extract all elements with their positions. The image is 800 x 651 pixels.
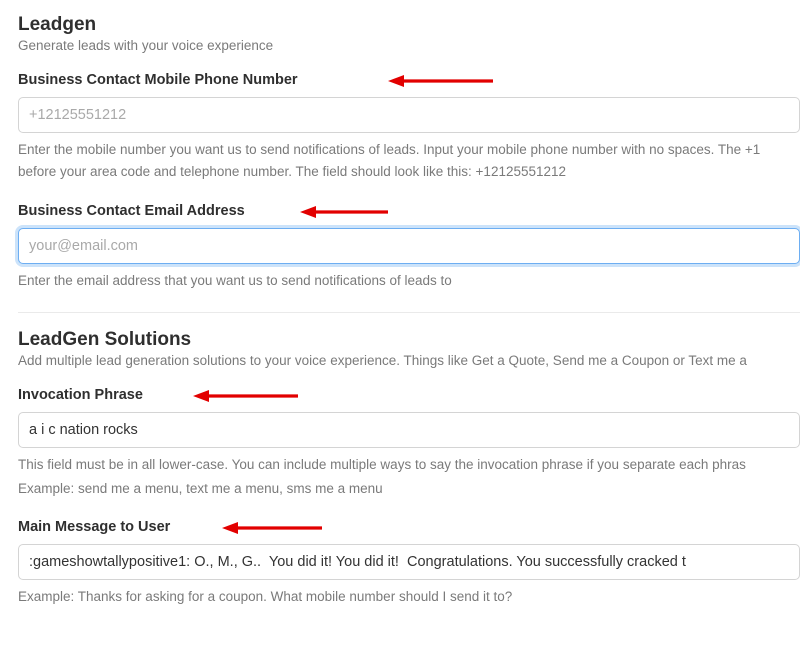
arrow-icon [222,520,322,536]
invocation-help-1: This field must be in all lower-case. Yo… [18,454,800,476]
invocation-help-2: Example: send me a menu, text me a menu,… [18,478,800,500]
email-field-block: Business Contact Email Address Enter the… [18,202,800,292]
divider [18,312,800,313]
leadgen-title: Leadgen [18,14,800,36]
solutions-desc: Add multiple lead generation solutions t… [18,353,800,368]
arrow-icon [300,204,388,220]
invocation-input[interactable] [18,412,800,448]
email-help: Enter the email address that you want us… [18,270,800,292]
mainmsg-help: Example: Thanks for asking for a coupon.… [18,586,800,608]
mainmsg-input[interactable] [18,544,800,580]
solutions-title: LeadGen Solutions [18,329,800,351]
invocation-label: Invocation Phrase [18,387,143,403]
email-label: Business Contact Email Address [18,203,245,219]
phone-field-block: Business Contact Mobile Phone Number Ent… [18,71,800,184]
phone-help: Enter the mobile number you want us to s… [18,139,800,184]
mainmsg-field-block: Main Message to User Example: Thanks for… [18,518,800,608]
email-input[interactable] [18,228,800,264]
leadgen-desc: Generate leads with your voice experienc… [18,38,800,53]
phone-input[interactable] [18,97,800,133]
arrow-icon [193,388,298,404]
arrow-icon [388,73,493,89]
mainmsg-label: Main Message to User [18,519,170,535]
phone-label: Business Contact Mobile Phone Number [18,72,298,88]
invocation-field-block: Invocation Phrase This field must be in … [18,386,800,501]
